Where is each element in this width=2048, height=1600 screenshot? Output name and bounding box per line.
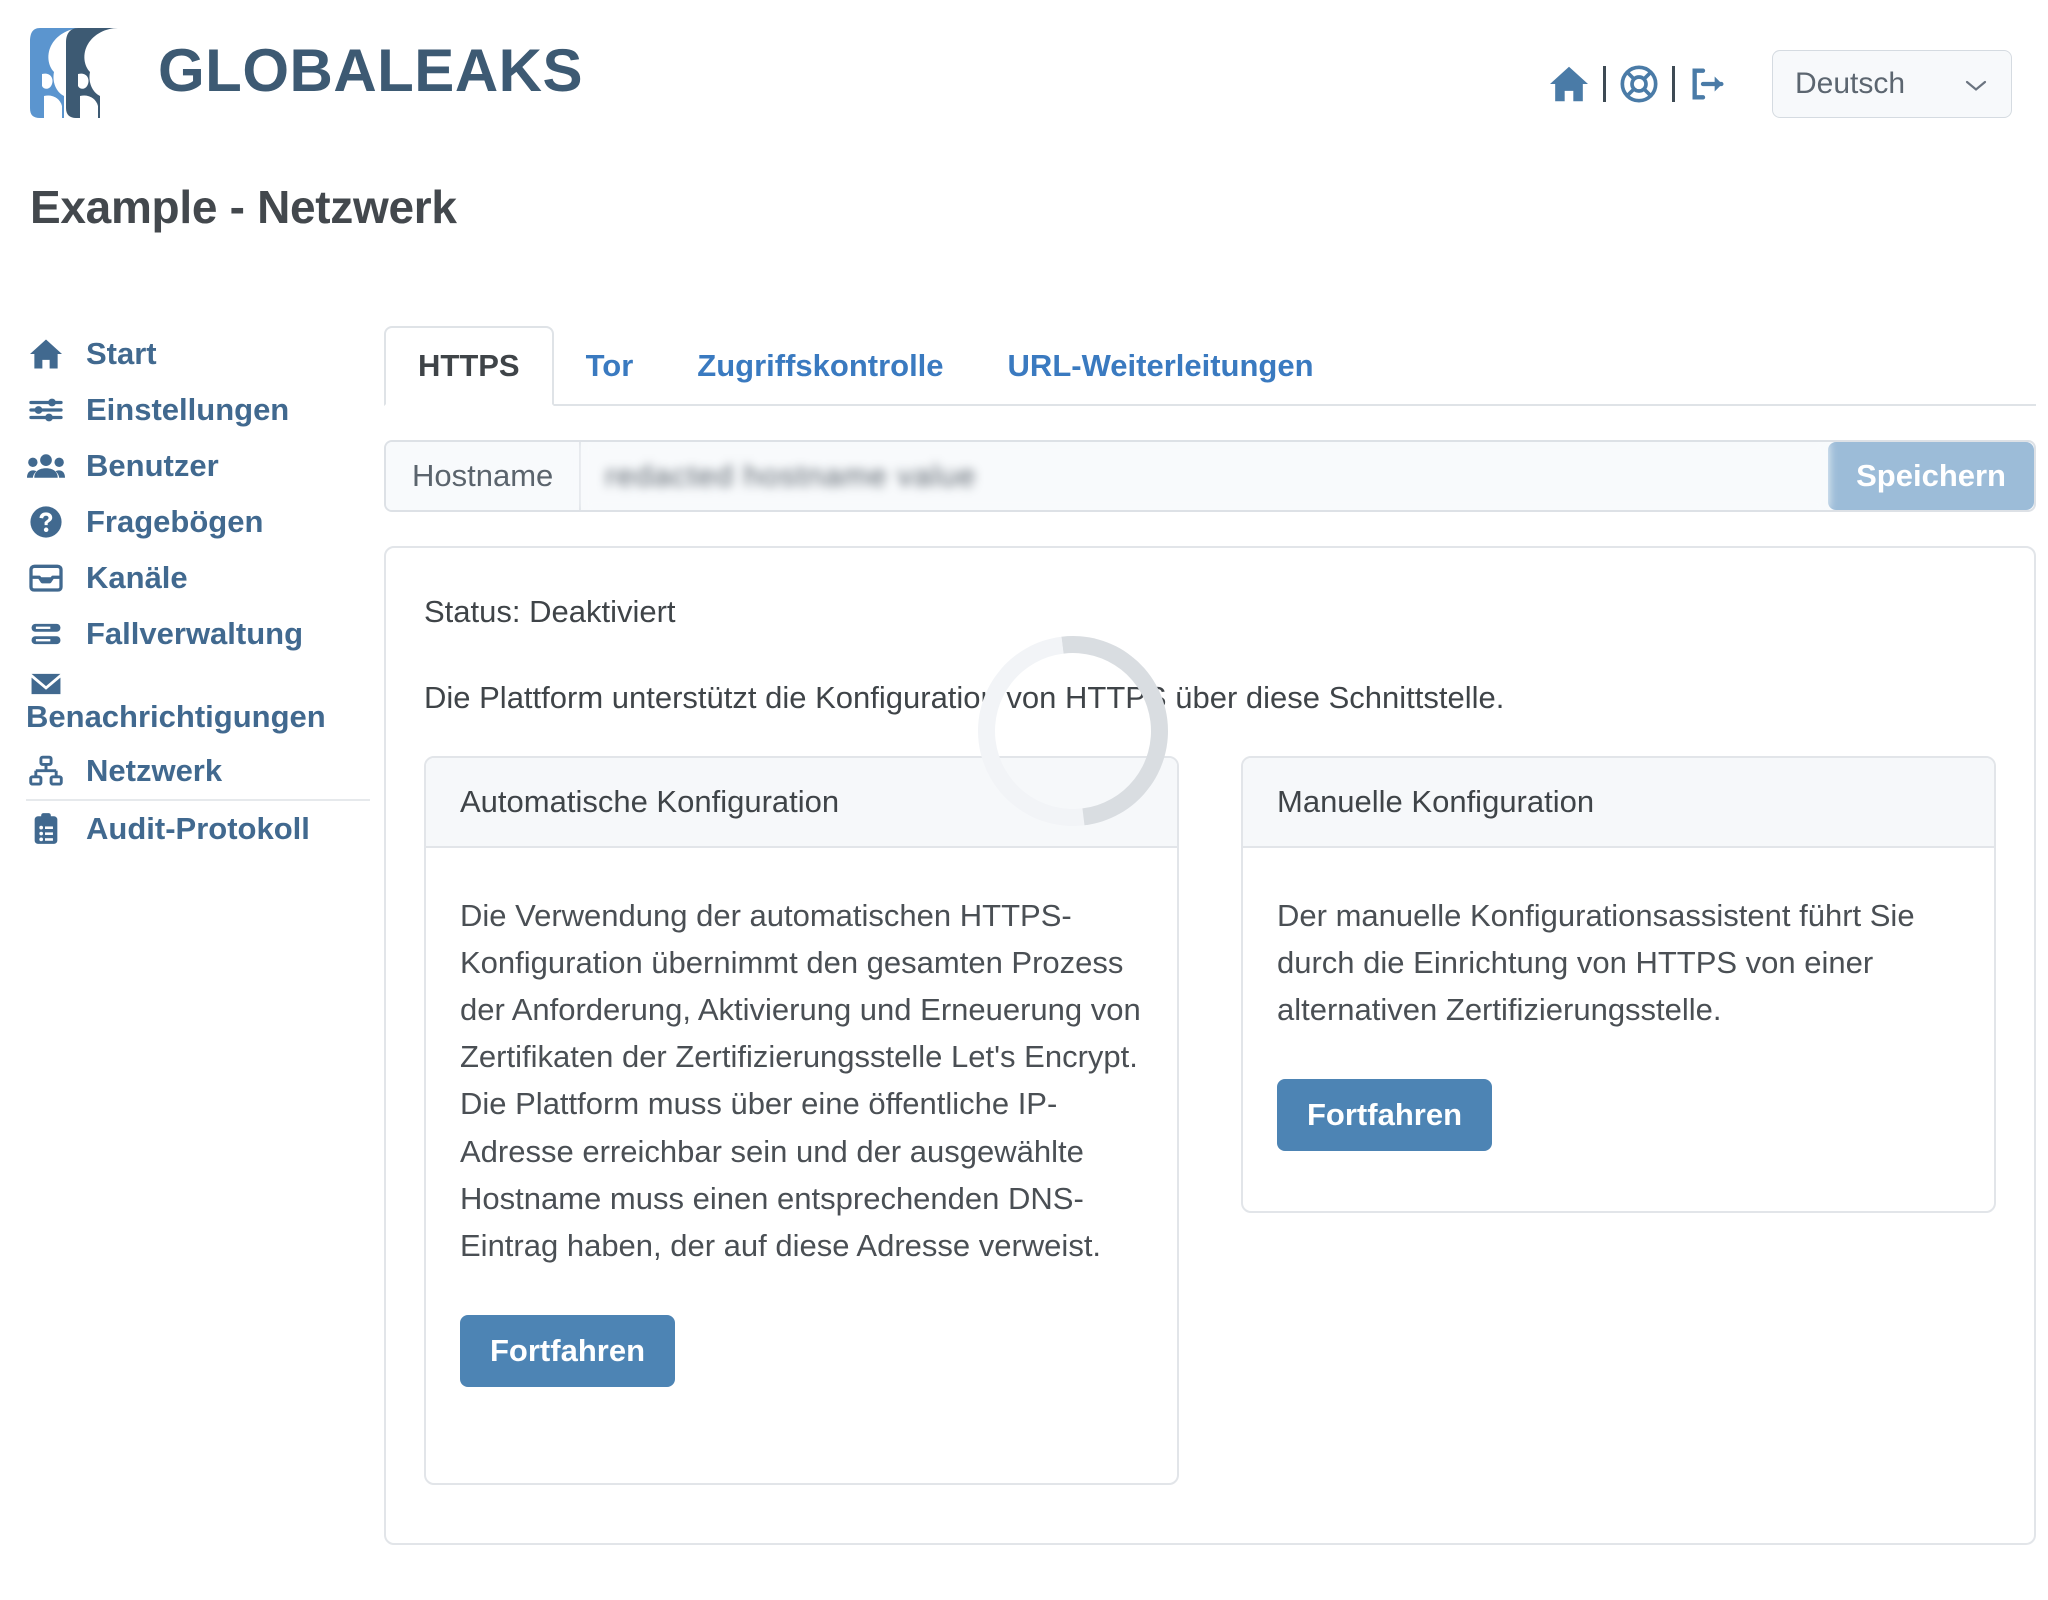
card-description: Die Verwendung der automatischen HTTPS-K… <box>460 898 1141 1263</box>
app-root: GLOBALEAKS Deutsch Example - Netzwerk St… <box>0 0 2048 1600</box>
header-divider <box>1603 66 1606 102</box>
card-body: Der manuelle Konfigurationsassistent füh… <box>1243 848 1994 1211</box>
tab-tor[interactable]: Tor <box>554 328 666 404</box>
logout-icon[interactable] <box>1688 65 1728 103</box>
save-button[interactable]: Speichern <box>1828 442 2034 510</box>
chevron-down-icon <box>1963 67 1989 101</box>
hostname-label: Hostname <box>386 442 582 510</box>
config-cards: Automatische Konfiguration Die Verwendun… <box>424 756 1996 1485</box>
sidebar-item-label: Audit-Protokoll <box>86 811 310 846</box>
header-divider <box>1672 66 1675 102</box>
card-description: Der manuelle Konfigurationsassistent füh… <box>1277 898 1915 1028</box>
brand[interactable]: GLOBALEAKS <box>30 22 583 120</box>
clipboard-list-icon <box>26 812 66 846</box>
sidebar-item-label: Kanäle <box>86 560 188 595</box>
manual-config-card: Manuelle Konfiguration Der manuelle Konf… <box>1241 756 1996 1214</box>
page-title: Example - Netzwerk <box>30 181 457 233</box>
sidebar-item-benutzer[interactable]: Benutzer <box>26 438 370 494</box>
sidebar-item-label: Fallverwaltung <box>86 616 304 651</box>
https-status-text: Status: Deaktiviert <box>424 594 676 629</box>
sidebar-item-fragebogen[interactable]: Fragebögen <box>26 494 370 550</box>
home-icon[interactable] <box>1548 65 1590 103</box>
https-intro-text: Die Plattform unterstützt die Konfigurat… <box>424 680 1505 715</box>
hostname-row: Hostname Speichern <box>384 440 2036 512</box>
question-circle-icon <box>26 505 66 539</box>
two-faces-logo-icon <box>30 22 136 120</box>
automatic-config-card: Automatische Konfiguration Die Verwendun… <box>424 756 1179 1485</box>
sidebar-item-label: Einstellungen <box>86 392 290 427</box>
envelope-icon <box>26 671 66 697</box>
card-title: Manuelle Konfiguration <box>1243 758 1994 848</box>
card-body: Die Verwendung der automatischen HTTPS-K… <box>426 848 1177 1483</box>
https-status-panel: Status: Deaktiviert Die Plattform unters… <box>384 546 2036 1545</box>
sidebar-item-netzwerk[interactable]: Netzwerk <box>26 744 370 801</box>
app-header: GLOBALEAKS Deutsch <box>0 0 2048 150</box>
sidebar-item-label: Benutzer <box>86 448 219 483</box>
sidebar-item-label: Netzwerk <box>86 753 223 788</box>
language-select[interactable]: Deutsch <box>1772 50 2012 118</box>
brand-name: GLOBALEAKS <box>158 37 583 104</box>
sliders-icon <box>26 395 66 425</box>
main-content: HTTPS Tor Zugriffskontrolle URL-Weiterle… <box>370 326 2048 1545</box>
sidebar-item-label: Benachrichtigungen <box>26 699 326 734</box>
hostname-input[interactable] <box>581 442 1829 510</box>
card-title: Automatische Konfiguration <box>426 758 1177 848</box>
tab-bar: HTTPS Tor Zugriffskontrolle URL-Weiterle… <box>384 326 2036 406</box>
sidebar-item-label: Start <box>86 336 157 371</box>
sidebar-item-kanaele[interactable]: Kanäle <box>26 550 370 606</box>
sidebar-item-audit-protokoll[interactable]: Audit-Protokoll <box>26 801 370 857</box>
page-body: Start Einstellungen Benutzer Fragebögen … <box>0 234 2048 1545</box>
tab-zugriffskontrolle[interactable]: Zugriffskontrolle <box>665 328 975 404</box>
sidebar-item-fallverwaltung[interactable]: Fallverwaltung <box>26 606 370 662</box>
users-icon <box>26 452 66 480</box>
sidebar-item-einstellungen[interactable]: Einstellungen <box>26 382 370 438</box>
manual-config-continue-button[interactable]: Fortfahren <box>1277 1079 1492 1152</box>
sidebar-item-start[interactable]: Start <box>26 326 370 382</box>
home-icon <box>26 338 66 370</box>
sidebar: Start Einstellungen Benutzer Fragebögen … <box>0 326 370 1545</box>
tab-https[interactable]: HTTPS <box>384 326 554 406</box>
tab-url-weiterleitungen[interactable]: URL-Weiterleitungen <box>976 328 1346 404</box>
sitemap-icon <box>26 755 66 787</box>
inbox-icon <box>26 563 66 593</box>
language-select-value: Deutsch <box>1795 67 1906 100</box>
lifebuoy-support-icon[interactable] <box>1619 64 1659 104</box>
header-actions: Deutsch <box>1548 22 2012 118</box>
automatic-config-continue-button[interactable]: Fortfahren <box>460 1314 675 1387</box>
header-icon-group <box>1548 64 1728 104</box>
list-rows-icon <box>26 621 66 647</box>
sidebar-item-label: Fragebögen <box>86 504 264 539</box>
sidebar-item-benachrichtigungen[interactable]: Benachrichtigungen <box>26 662 370 744</box>
